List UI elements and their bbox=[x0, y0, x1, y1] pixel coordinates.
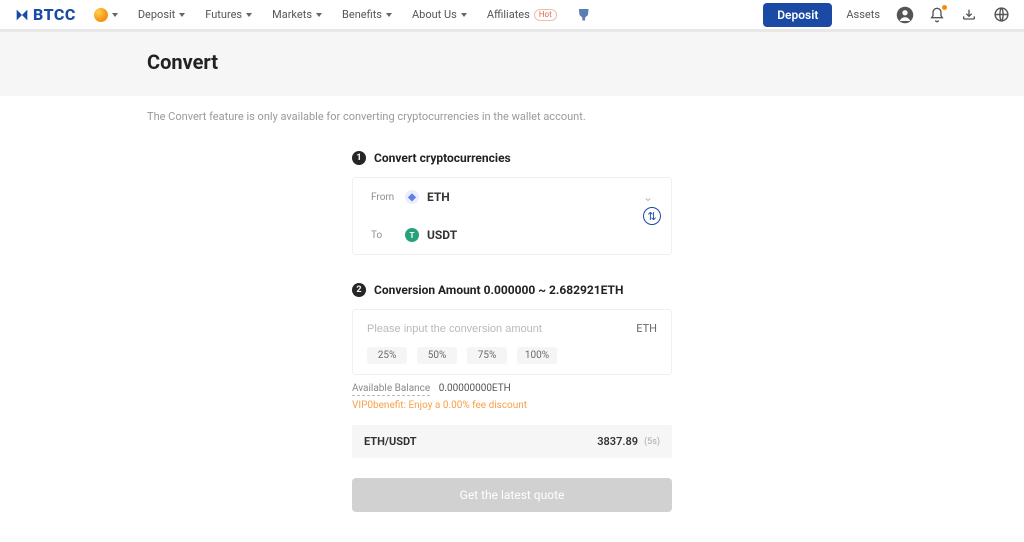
amount-input-row: ETH bbox=[353, 322, 671, 335]
language-button[interactable] bbox=[992, 6, 1010, 24]
to-coin-select[interactable]: T USDT bbox=[405, 228, 457, 242]
nav-label: Deposit bbox=[138, 8, 175, 21]
available-balance-row: Available Balance 0.00000000ETH bbox=[352, 383, 672, 394]
page-title: Convert bbox=[147, 50, 877, 74]
nav-futures[interactable]: Futures bbox=[205, 8, 252, 21]
logo-icon bbox=[14, 7, 30, 23]
brand-text: BTCC bbox=[33, 5, 76, 24]
logo[interactable]: BTCC bbox=[14, 5, 76, 24]
account-icon bbox=[896, 6, 914, 24]
page-description: The Convert feature is only available fo… bbox=[147, 110, 877, 123]
bitcoin-icon bbox=[94, 8, 108, 22]
from-coin-symbol: ETH bbox=[427, 190, 450, 204]
step-badge-2: 2 bbox=[352, 283, 366, 297]
nav-about-us[interactable]: About Us bbox=[412, 8, 467, 21]
available-balance-value: 0.00000000ETH bbox=[439, 383, 511, 394]
nav-affiliates[interactable]: Affiliates Hot bbox=[487, 8, 557, 21]
globe-icon bbox=[993, 6, 1010, 23]
amount-input[interactable] bbox=[367, 323, 636, 335]
nav-benefits[interactable]: Benefits bbox=[342, 8, 392, 21]
content: The Convert feature is only available fo… bbox=[0, 96, 1024, 542]
pct-row: 25% 50% 75% 100% bbox=[353, 347, 671, 364]
chevron-down-icon bbox=[461, 13, 467, 17]
eth-icon: ◆ bbox=[405, 190, 419, 204]
nav-markets[interactable]: Markets bbox=[272, 8, 322, 21]
pct-50[interactable]: 50% bbox=[417, 347, 457, 364]
step2-title: Conversion Amount 0.000000 ~ 2.682921ETH bbox=[374, 283, 623, 297]
pct-100[interactable]: 100% bbox=[517, 347, 557, 364]
vip-benefit-text: VIP0benefit: Enjoy a 0.00% fee discount bbox=[352, 400, 672, 411]
get-quote-button[interactable]: Get the latest quote bbox=[352, 478, 672, 512]
notifications-button[interactable] bbox=[928, 6, 946, 24]
chevron-down-icon bbox=[112, 13, 118, 17]
account-button[interactable] bbox=[896, 6, 914, 24]
nav-trophy[interactable] bbox=[577, 9, 591, 21]
trophy-icon bbox=[577, 9, 591, 21]
rate-pair: ETH/USDT bbox=[364, 435, 597, 448]
hot-badge: Hot bbox=[534, 9, 557, 21]
assets-label: Assets bbox=[846, 8, 880, 21]
chevron-down-icon bbox=[386, 13, 392, 17]
convert-panel: From ◆ ETH ⌄ To T USDT ⇅ bbox=[352, 177, 672, 255]
step2-head: 2 Conversion Amount 0.000000 ~ 2.682921E… bbox=[352, 283, 672, 297]
nav-right: Deposit Assets bbox=[763, 3, 1010, 27]
pct-75[interactable]: 75% bbox=[467, 347, 507, 364]
from-row: From ◆ ETH ⌄ bbox=[353, 178, 671, 216]
step1-title: Convert cryptocurrencies bbox=[374, 151, 511, 165]
download-icon bbox=[961, 7, 977, 23]
pct-25[interactable]: 25% bbox=[367, 347, 407, 364]
step1-head: 1 Convert cryptocurrencies bbox=[352, 151, 672, 165]
deposit-button[interactable]: Deposit bbox=[763, 3, 832, 27]
download-button[interactable] bbox=[960, 6, 978, 24]
rate-refresh-countdown: (5s) bbox=[644, 437, 660, 447]
nav-label: About Us bbox=[412, 8, 457, 21]
notification-dot bbox=[942, 5, 947, 10]
to-row: To T USDT bbox=[353, 216, 671, 254]
amount-panel: ETH 25% 50% 75% 100% bbox=[352, 309, 672, 375]
to-coin-symbol: USDT bbox=[427, 228, 457, 242]
nav-label: Markets bbox=[272, 8, 312, 21]
assets-link[interactable]: Assets bbox=[846, 8, 882, 21]
nav-chain-select[interactable] bbox=[94, 8, 118, 22]
rate-row: ETH/USDT 3837.89 (5s) bbox=[352, 425, 672, 458]
chevron-down-icon bbox=[316, 13, 322, 17]
to-label: To bbox=[371, 230, 405, 241]
from-label: From bbox=[371, 192, 405, 203]
chevron-down-icon: ⌄ bbox=[643, 190, 653, 204]
chevron-down-icon bbox=[246, 13, 252, 17]
nav-label: Futures bbox=[205, 8, 242, 21]
nav-label: Benefits bbox=[342, 8, 382, 21]
chevron-down-icon bbox=[179, 13, 185, 17]
title-strip: Convert bbox=[0, 32, 1024, 96]
swap-button[interactable]: ⇅ bbox=[643, 207, 661, 225]
nav-deposit[interactable]: Deposit bbox=[138, 8, 185, 21]
swap-icon: ⇅ bbox=[647, 210, 656, 223]
step-badge-1: 1 bbox=[352, 151, 366, 165]
nav-label: Affiliates bbox=[487, 8, 530, 21]
nav-left: Deposit Futures Markets Benefits About U… bbox=[94, 8, 763, 22]
from-coin-select[interactable]: ◆ ETH bbox=[405, 190, 450, 204]
rate-value: 3837.89 bbox=[597, 435, 638, 448]
amount-unit: ETH bbox=[636, 322, 657, 335]
available-balance-label: Available Balance bbox=[352, 383, 430, 396]
usdt-icon: T bbox=[405, 228, 419, 242]
navbar: BTCC Deposit Futures Markets Benefits Ab… bbox=[0, 0, 1024, 32]
